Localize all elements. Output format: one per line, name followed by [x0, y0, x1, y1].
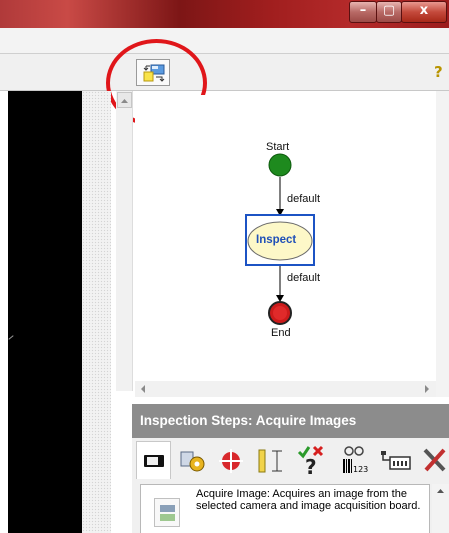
end-node-inner [273, 306, 287, 320]
description-scrollbar[interactable] [432, 484, 449, 533]
scroll-left-arrow-icon[interactable] [138, 383, 148, 395]
end-label: End [271, 327, 291, 339]
edge-label-2: default [287, 272, 321, 284]
tool-io[interactable] [380, 448, 412, 474]
maximize-button[interactable]: ▢ [376, 1, 402, 23]
tool-pass-fail[interactable]: ? [296, 443, 326, 479]
acquire-image-thumb [154, 498, 180, 527]
maximize-icon: ▢ [382, 3, 396, 18]
flow-vertical-scrollbar[interactable] [116, 91, 133, 391]
inspect-label: Inspect [256, 234, 297, 246]
scroll-up-button[interactable] [117, 92, 132, 108]
tool-measure[interactable] [257, 447, 287, 475]
help-icon: ? [434, 63, 443, 81]
inspection-tools-bar: ? 123 [132, 438, 449, 483]
description-scroll-up-icon[interactable] [435, 486, 446, 496]
tools-icon [423, 448, 446, 472]
image-display-pane [8, 91, 82, 533]
flow-horizontal-scrollbar[interactable] [135, 381, 436, 397]
edge-label-1: default [287, 193, 321, 205]
scroll-right-arrow-icon[interactable] [422, 383, 432, 395]
io-plug-icon [381, 451, 411, 470]
menu-band [0, 28, 449, 54]
tool-acquire-image[interactable] [136, 441, 171, 479]
toolbar: ? [0, 39, 449, 127]
start-label: Start [266, 141, 290, 153]
acquire-image-thumb-icon [160, 505, 175, 521]
flowchart-canvas[interactable]: Start default Inspect default End [135, 95, 436, 382]
barcode-number-label: 123 [353, 465, 369, 474]
scroll-up-arrow-icon [121, 99, 128, 103]
minimize-button[interactable]: – [349, 1, 377, 23]
cursor-mark [8, 335, 14, 340]
svg-text:?: ? [305, 455, 317, 477]
help-button[interactable]: ? [431, 63, 449, 83]
close-button[interactable]: x [401, 1, 447, 23]
pane-splitter[interactable] [82, 91, 111, 533]
right-scrollbar[interactable] [436, 91, 449, 397]
close-icon: x [419, 3, 429, 18]
pass-fail-icon: ? [297, 445, 324, 479]
tool-utilities[interactable] [422, 446, 449, 476]
flow-edge-2 [276, 265, 284, 302]
inspection-steps-title: Inspection Steps: Acquire Images [140, 413, 357, 428]
step-description-box: Acquire Image: Acquires an image from th… [140, 484, 430, 533]
tool-locate[interactable] [179, 448, 207, 474]
crosshair-target-icon [219, 449, 243, 473]
start-node[interactable] [268, 153, 292, 177]
caliper-measure-icon [258, 449, 282, 473]
acquire-image-icon [144, 455, 164, 467]
tool-barcode[interactable]: 123 [337, 444, 369, 478]
inspection-steps-header: Inspection Steps: Acquire Images [132, 404, 449, 438]
minimize-icon: – [359, 3, 367, 18]
gear-cog-icon [180, 451, 205, 472]
step-description-text: Acquire Image: Acquires an image from th… [196, 488, 421, 512]
tool-target[interactable] [219, 447, 245, 475]
flow-edge-1 [276, 177, 284, 216]
window-title-bar: – ▢ x [0, 0, 449, 28]
